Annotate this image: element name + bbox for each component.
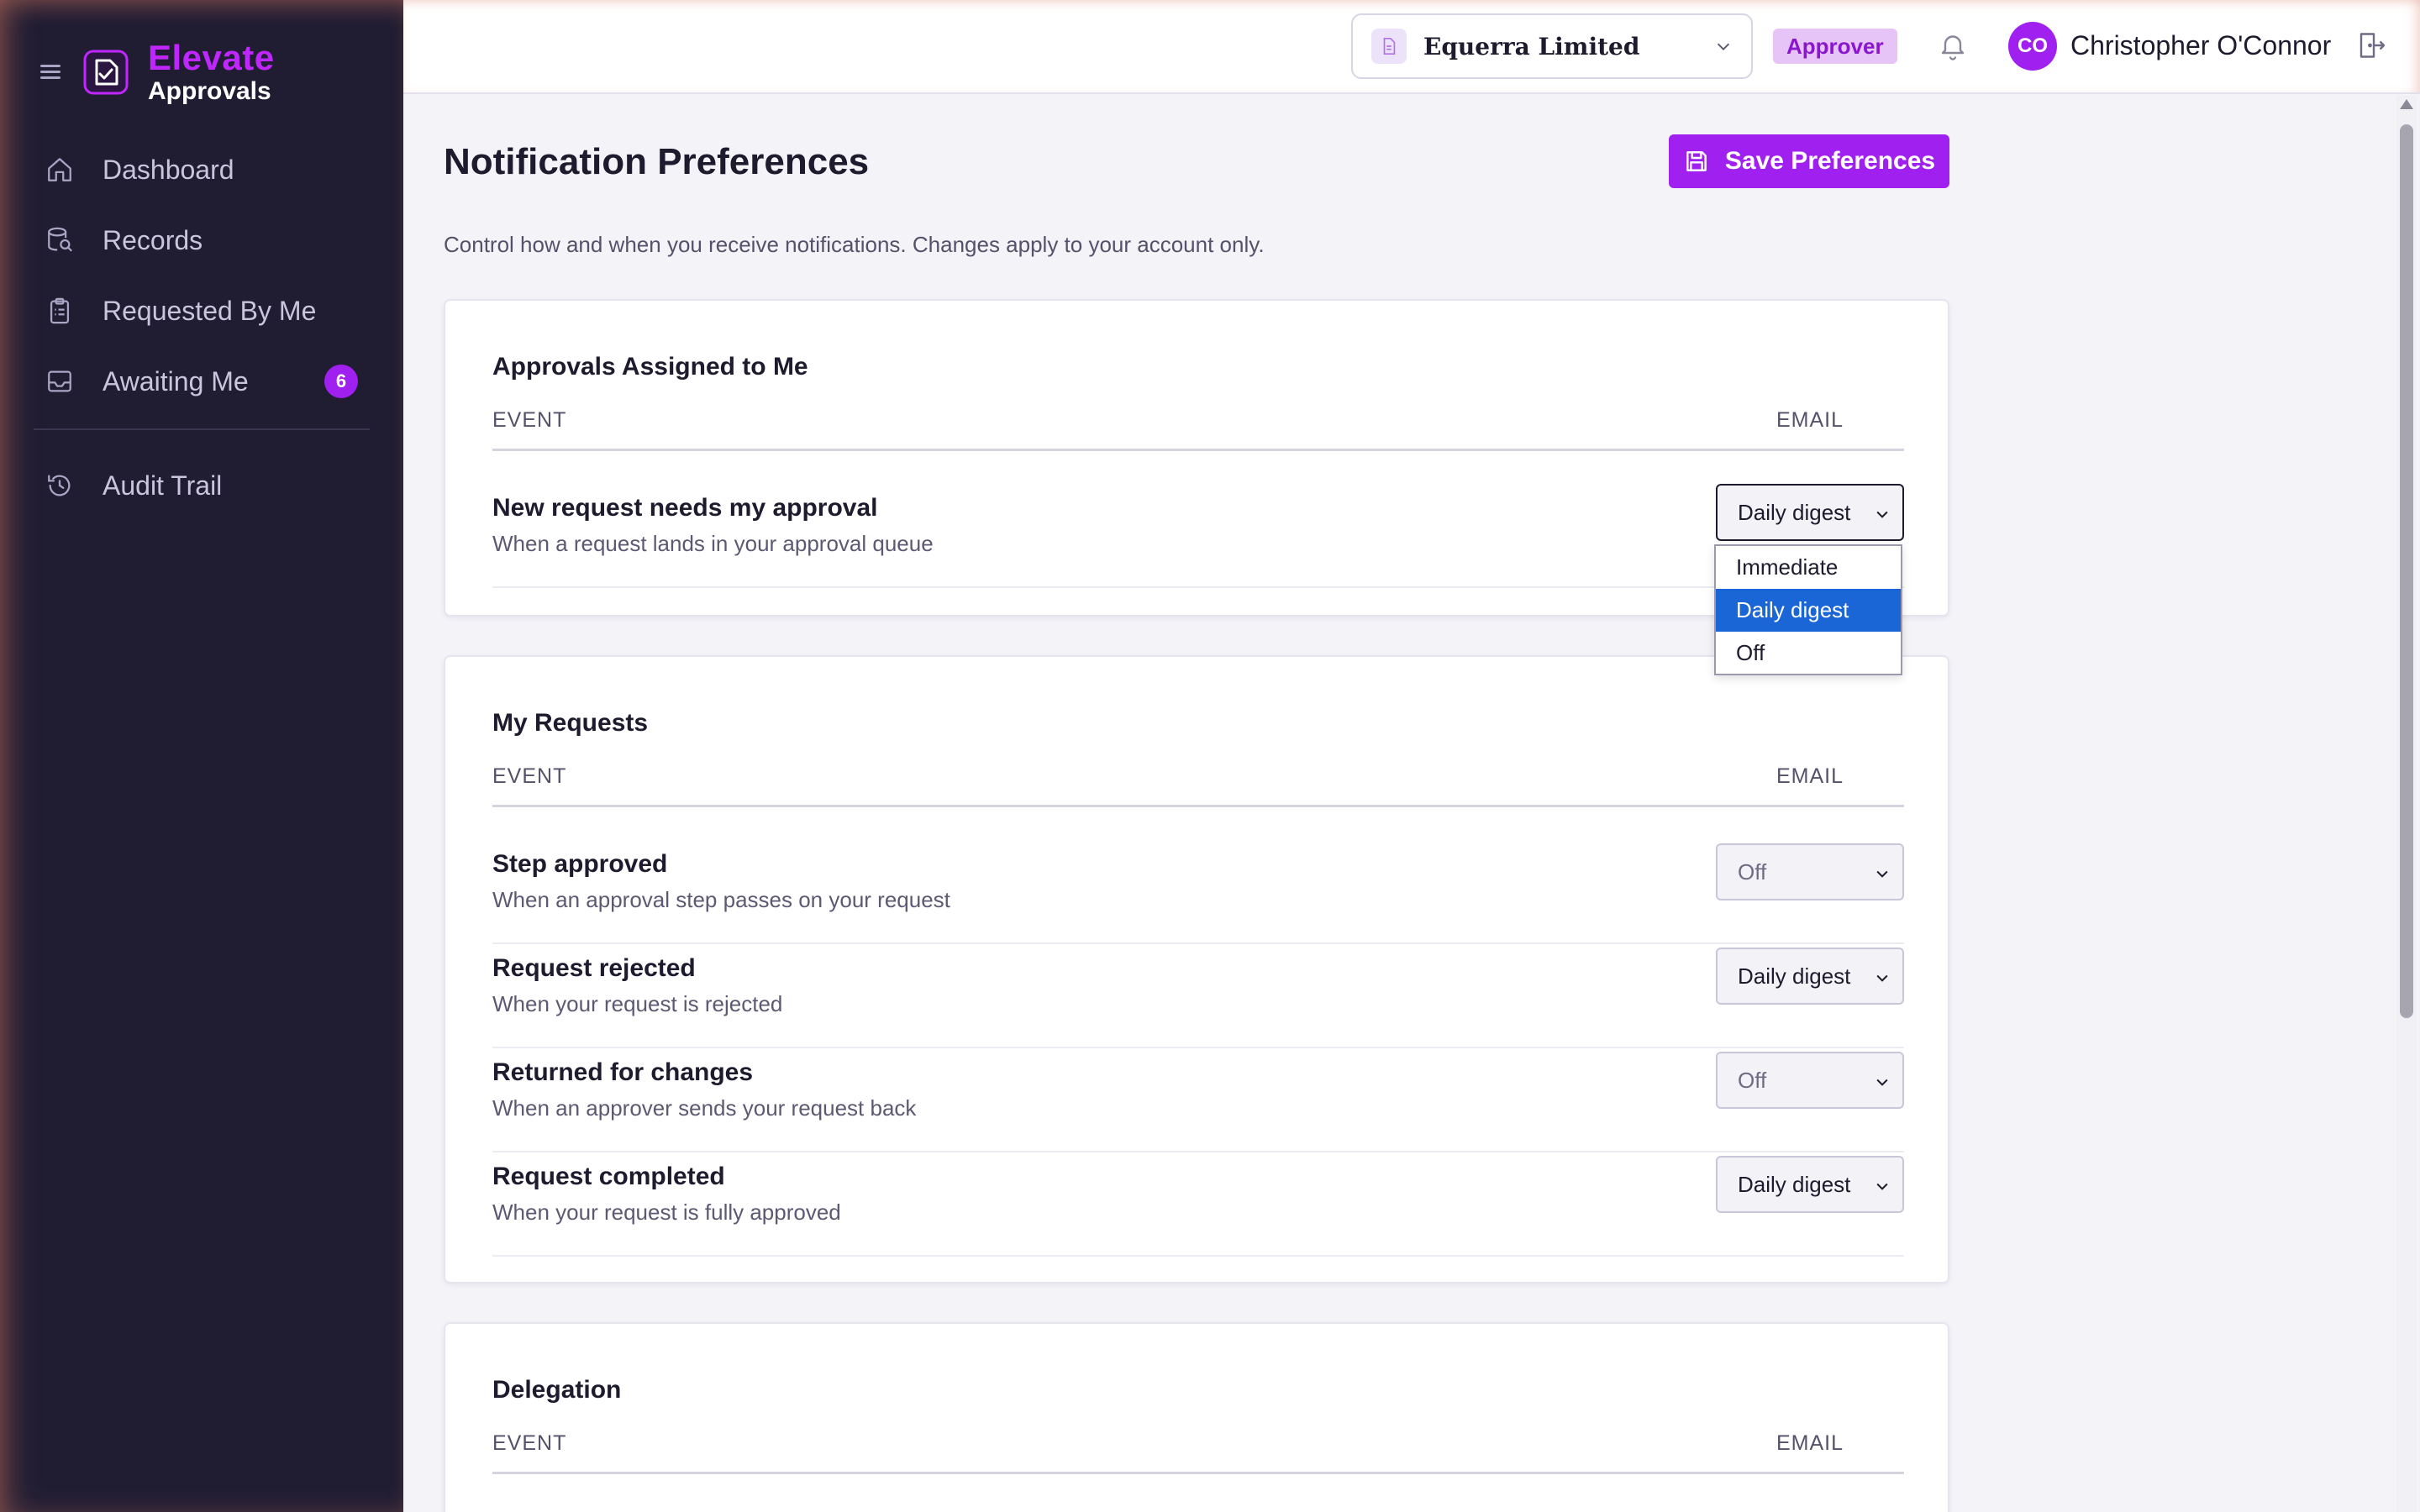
row-title: Returned for changes	[492, 1058, 754, 1086]
select-value: Daily digest	[1738, 499, 1851, 525]
dropdown-option-daily-digest[interactable]: Daily digest	[1716, 589, 1901, 632]
column-event: EVENT	[492, 764, 567, 788]
row-description: When an approver sends your request back	[492, 1095, 917, 1121]
chevron-down-icon	[1876, 511, 1888, 518]
select-value: Daily digest	[1738, 1171, 1851, 1197]
organization-select[interactable]: Equerra Limited	[1351, 13, 1753, 79]
section-my-requests: My Requests EVENT EMAIL Step approved Wh…	[444, 655, 1949, 1284]
chevron-down-icon	[1876, 974, 1888, 982]
scroll-up-arrow-icon[interactable]	[2400, 99, 2413, 109]
brand: Elevate Approvals	[40, 40, 275, 104]
bell-icon[interactable]	[1938, 30, 1968, 60]
user-name[interactable]: Christopher O'Connor	[2070, 30, 2331, 61]
history-icon	[48, 475, 71, 496]
save-icon	[1686, 151, 1707, 171]
table-row: Request rejected When your request is re…	[492, 944, 1904, 1048]
header-rule	[492, 805, 1904, 807]
nav-divider	[34, 428, 370, 430]
sidebar: Elevate Approvals Dashboard Records Requ…	[0, 0, 403, 1512]
row-title: Request completed	[492, 1163, 725, 1190]
brand-text: Elevate Approvals	[148, 40, 275, 104]
logo-icon	[83, 50, 129, 95]
email-frequency-select[interactable]: Daily digest	[1716, 948, 1904, 1005]
organization-name: Equerra Limited	[1423, 32, 1640, 60]
sidebar-item-label: Requested By Me	[103, 295, 317, 326]
section-title: Delegation	[492, 1376, 622, 1404]
sidebar-item-label: Dashboard	[103, 154, 234, 185]
sidebar-nav: Dashboard Records Requested By Me Awaiti…	[34, 134, 370, 521]
sidebar-item-records[interactable]: Records	[34, 205, 370, 276]
home-icon	[48, 158, 71, 181]
dropdown-option-off[interactable]: Off	[1716, 632, 1901, 675]
row-title: New request needs my approval	[492, 494, 878, 522]
role-badge: Approver	[1773, 29, 1897, 64]
awaiting-count-badge: 6	[324, 365, 358, 398]
select-value: Off	[1738, 1067, 1767, 1093]
page-title: Notification Preferences	[444, 141, 870, 182]
brand-title: Elevate	[148, 38, 275, 77]
row-description: When your request is rejected	[492, 991, 783, 1016]
row-description: When a request lands in your approval qu…	[492, 531, 934, 556]
chevron-down-icon	[1876, 870, 1888, 878]
page-description: Control how and when you receive notific…	[444, 232, 1265, 257]
sidebar-item-requested-by-me[interactable]: Requested By Me	[34, 276, 370, 346]
email-frequency-dropdown: Immediate Daily digest Off	[1714, 544, 1902, 675]
sidebar-item-label: Audit Trail	[103, 470, 223, 501]
organization-icon	[1371, 29, 1407, 64]
save-preferences-label: Save Preferences	[1724, 147, 1936, 175]
sidebar-item-label: Records	[103, 224, 203, 255]
topbar: Equerra Limited Approver CO Christopher …	[403, 0, 2420, 94]
menu-icon[interactable]	[40, 65, 60, 80]
database-search-icon	[48, 227, 72, 252]
row-description: When your request is fully approved	[492, 1200, 841, 1225]
inbox-icon	[48, 370, 71, 392]
select-value: Daily digest	[1738, 963, 1851, 989]
header-rule	[492, 1472, 1904, 1474]
scrollbar-thumb[interactable]	[2400, 124, 2413, 1018]
header-rule	[492, 449, 1904, 451]
column-email: EMAIL	[1776, 1431, 1844, 1455]
brand-subtitle: Approvals	[148, 77, 271, 105]
table-row: New request needs my approval When a req…	[492, 484, 1904, 588]
sidebar-item-dashboard[interactable]: Dashboard	[34, 134, 370, 205]
column-email: EMAIL	[1776, 408, 1844, 432]
email-frequency-select[interactable]: Daily digest	[1716, 1156, 1904, 1213]
chevron-down-icon	[1876, 1183, 1888, 1190]
section-title: My Requests	[492, 709, 649, 737]
table-row: Returned for changes When an approver se…	[492, 1048, 1904, 1152]
column-event: EVENT	[492, 408, 567, 432]
email-frequency-select[interactable]: Off	[1716, 1052, 1904, 1109]
clipboard-list-icon	[50, 297, 70, 324]
email-frequency-select[interactable]: Off	[1716, 843, 1904, 900]
sidebar-item-audit-trail[interactable]: Audit Trail	[34, 450, 370, 521]
sidebar-item-label: Awaiting Me	[103, 365, 249, 396]
section-delegation: Delegation EVENT EMAIL	[444, 1322, 1949, 1512]
row-title: Request rejected	[492, 954, 696, 982]
email-frequency-select[interactable]: Daily digest	[1716, 484, 1904, 541]
section-title: Approvals Assigned to Me	[492, 353, 808, 381]
column-email: EMAIL	[1776, 764, 1844, 788]
avatar[interactable]: CO	[2008, 22, 2057, 71]
dropdown-option-immediate[interactable]: Immediate	[1716, 546, 1901, 589]
column-event: EVENT	[492, 1431, 567, 1455]
row-title: Step approved	[492, 850, 668, 878]
logout-icon[interactable]	[2356, 30, 2386, 60]
chevron-down-icon	[1876, 1079, 1888, 1086]
sidebar-item-awaiting-me[interactable]: Awaiting Me 6	[34, 346, 370, 417]
chevron-down-icon	[1717, 43, 1730, 50]
table-row: Step approved When an approval step pass…	[492, 840, 1904, 944]
save-preferences-button[interactable]: Save Preferences	[1669, 134, 1949, 188]
select-value: Off	[1738, 858, 1767, 885]
row-description: When an approval step passes on your req…	[492, 887, 950, 912]
table-row: Request completed When your request is f…	[492, 1152, 1904, 1257]
